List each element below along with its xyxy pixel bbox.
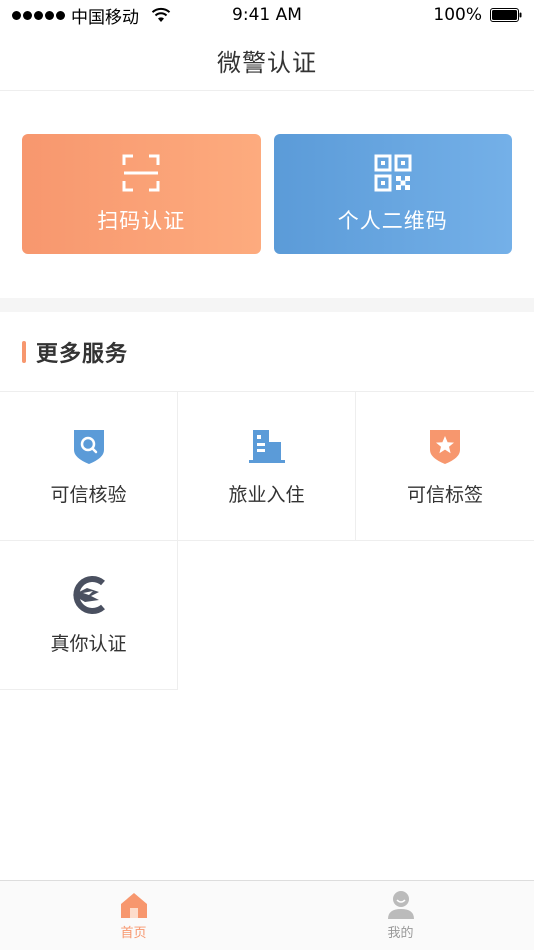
tab-home[interactable]: 首页	[0, 881, 267, 950]
service-trusted-tag[interactable]: 可信标签	[356, 392, 534, 541]
user-icon	[387, 891, 414, 919]
status-bar: 中国移动 9:41 AM 100%	[0, 0, 534, 30]
section-title: 更多服务	[36, 341, 129, 367]
hero-actions: 扫码认证 个人二维码	[0, 92, 534, 298]
tab-label: 我的	[387, 926, 414, 941]
service-row: 可信核验 旅业入住 可信标签	[0, 392, 534, 541]
qr-code-icon	[374, 154, 412, 192]
page-title: 微警认证	[217, 48, 317, 77]
battery-icon	[490, 8, 522, 22]
nav-bar: 微警认证	[0, 30, 534, 91]
scan-auth-label: 扫码认证	[97, 209, 186, 233]
building-icon	[248, 429, 285, 463]
eagle-logo-icon	[72, 575, 105, 614]
section-header: 更多服务	[0, 312, 534, 392]
battery-percent: 100%	[433, 5, 482, 25]
service-label: 真你认证	[50, 632, 127, 655]
status-right: 100%	[433, 5, 522, 25]
service-grid: 可信核验 旅业入住 可信标签 真你认证	[0, 392, 534, 690]
signal-icon	[12, 10, 65, 20]
service-label: 旅业入住	[228, 483, 305, 506]
section-divider	[0, 298, 534, 312]
home-icon	[120, 893, 147, 918]
scan-auth-button[interactable]: 扫码认证	[22, 134, 261, 254]
tab-mine[interactable]: 我的	[267, 881, 534, 950]
scan-icon	[122, 154, 160, 192]
service-real-you-auth[interactable]: 真你认证	[0, 541, 178, 690]
service-hotel-checkin[interactable]: 旅业入住	[178, 392, 356, 541]
section-accent-bar	[22, 340, 26, 363]
shield-star-icon	[430, 429, 460, 464]
service-label: 可信标签	[406, 483, 483, 506]
tab-bar: 首页 我的	[0, 880, 534, 950]
carrier-name: 中国移动	[71, 7, 139, 28]
service-row: 真你认证	[0, 541, 534, 690]
service-label: 可信核验	[50, 483, 127, 506]
personal-qr-label: 个人二维码	[337, 209, 448, 233]
service-trusted-verify[interactable]: 可信核验	[0, 392, 178, 541]
wifi-icon	[151, 7, 171, 22]
tab-label: 首页	[120, 926, 147, 941]
shield-search-icon	[73, 429, 104, 464]
status-left: 中国移动	[12, 3, 171, 28]
personal-qr-button[interactable]: 个人二维码	[273, 134, 512, 254]
